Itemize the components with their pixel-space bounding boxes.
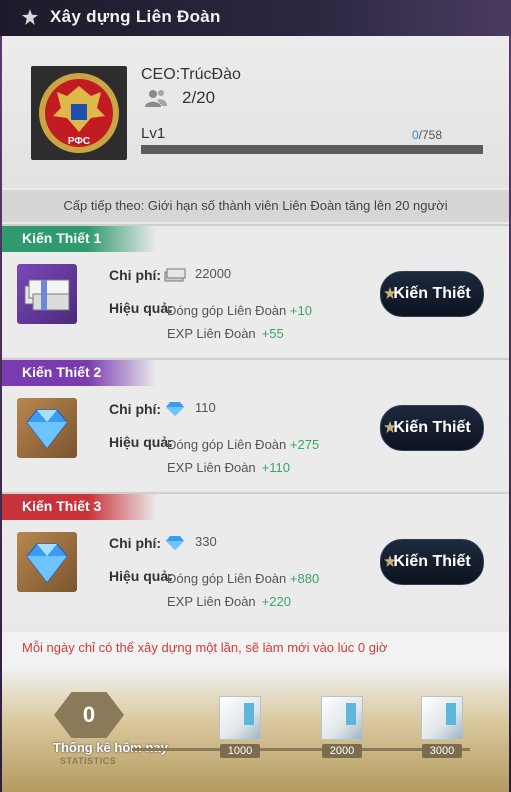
statistics-panel: 0 Thống kê hôm nay STATISTICS 1000 2000 … — [2, 668, 509, 792]
effect-contribution: Đóng góp Liên Đoàn +880 — [167, 571, 319, 586]
effect-label: Hiệu quả: — [109, 434, 173, 450]
star-icon — [22, 9, 38, 25]
effect-contribution-text: Đóng góp Liên Đoàn — [167, 571, 287, 586]
reward-box-icon — [219, 696, 261, 740]
effect-label: Hiệu quả: — [109, 300, 173, 316]
ceo-label: CEO:TrúcĐào — [141, 66, 241, 83]
xp-progress-bar — [141, 145, 483, 154]
cost-value: 110 — [195, 400, 216, 415]
build-button-3[interactable]: Kiến Thiết — [380, 539, 484, 585]
milestone-reward-2[interactable]: 2000 — [320, 696, 364, 759]
effect-label: Hiệu quả: — [109, 568, 173, 584]
league-logo: РФС — [31, 66, 127, 160]
effect-contribution-text: Đóng góp Liên Đoàn — [167, 303, 287, 318]
daily-notice: Mỗi ngày chỉ có thể xây dựng một lần, sẽ… — [2, 632, 509, 668]
milestone-reward-3[interactable]: 3000 — [420, 696, 464, 759]
diamond-icon — [17, 532, 77, 592]
card-tag: Kiến Thiết 1 — [2, 226, 157, 252]
title-bar: Xây dựng Liên Đoàn — [0, 0, 511, 36]
build-card-3: Kiến Thiết 3 Chi phí: 330 Hiệu quả: Đóng… — [2, 492, 509, 624]
milestone-value: 3000 — [421, 744, 463, 758]
build-button-1[interactable]: Kiến Thiết — [380, 271, 484, 317]
effect-exp: EXP Liên Đoàn +220 — [167, 594, 291, 609]
member-count: 2/20 — [182, 88, 216, 107]
effect-exp-value: +110 — [261, 460, 290, 475]
league-header: РФС CEO:TrúcĐào 2/20 Lv1 0/758 — [2, 36, 509, 188]
effect-exp: EXP Liên Đoàn +110 — [167, 460, 290, 475]
effect-exp-value: +55 — [261, 326, 284, 341]
build-card-2: Kiến Thiết 2 Chi phí: 110 Hiệu quả: Đóng… — [2, 358, 509, 490]
effect-contribution: Đóng góp Liên Đoàn +275 — [167, 437, 319, 452]
effect-exp-text: EXP Liên Đoàn — [167, 460, 256, 475]
reward-box-icon — [321, 696, 363, 740]
card-tag-label: Kiến Thiết 2 — [22, 364, 102, 380]
cost-label: Chi phí: — [109, 535, 162, 551]
effect-exp-value: +220 — [261, 594, 291, 609]
diamond-icon — [166, 402, 184, 416]
next-level-info: Cấp tiếp theo: Giới hạn số thành viên Li… — [2, 190, 509, 222]
cash-bundle-icon — [17, 264, 77, 324]
effect-exp-text: EXP Liên Đoàn — [167, 594, 256, 609]
xp-max: /758 — [418, 128, 442, 142]
effect-contribution: Đóng góp Liên Đoàn +10 — [167, 303, 312, 318]
effect-exp-text: EXP Liên Đoàn — [167, 326, 256, 341]
main-panel: РФС CEO:TrúcĐào 2/20 Lv1 0/758 Cấp tiếp … — [2, 36, 509, 792]
statistics-count: 0 — [82, 702, 96, 727]
window-frame: Xây dựng Liên Đoàn РФС CEO:TrúcĐào 2/20 — [0, 0, 511, 792]
milestone-value: 1000 — [219, 744, 261, 758]
diamond-icon — [17, 398, 77, 458]
window-title: Xây dựng Liên Đoàn — [50, 7, 221, 26]
cost-value: 330 — [195, 534, 217, 549]
statistics-count-badge: 0 — [54, 692, 124, 738]
milestone-value: 2000 — [321, 744, 363, 758]
card-tag: Kiến Thiết 3 — [2, 494, 157, 520]
xp-current: 0 — [411, 128, 419, 142]
effect-contribution-value: +275 — [289, 437, 320, 452]
build-card-1: Kiến Thiết 1 Chi phí: 22000 Hiệu quả: Đó… — [2, 224, 509, 356]
cash-icon — [164, 268, 186, 282]
effect-contribution-text: Đóng góp Liên Đoàn — [167, 437, 287, 452]
card-tag-label: Kiến Thiết 1 — [22, 230, 102, 246]
cost-value: 22000 — [195, 266, 232, 281]
effect-exp: EXP Liên Đoàn +55 — [167, 326, 284, 341]
milestone-reward-1[interactable]: 1000 — [218, 696, 262, 759]
league-level: Lv1 — [141, 125, 166, 142]
cost-label: Chi phí: — [109, 401, 162, 417]
effect-contribution-value: +880 — [289, 571, 320, 586]
statistics-sublabel: STATISTICS — [60, 756, 117, 766]
effect-contribution-value: +10 — [289, 303, 312, 318]
card-tag: Kiến Thiết 2 — [2, 360, 157, 386]
logo-text: РФС — [68, 136, 90, 147]
diamond-icon — [166, 536, 184, 550]
build-button-2[interactable]: Kiến Thiết — [380, 405, 484, 451]
cost-label: Chi phí: — [109, 267, 162, 283]
members-icon — [145, 90, 167, 107]
xp-readout: 0/758 — [412, 128, 442, 142]
card-tag-label: Kiến Thiết 3 — [22, 498, 102, 514]
reward-box-icon — [421, 696, 463, 740]
